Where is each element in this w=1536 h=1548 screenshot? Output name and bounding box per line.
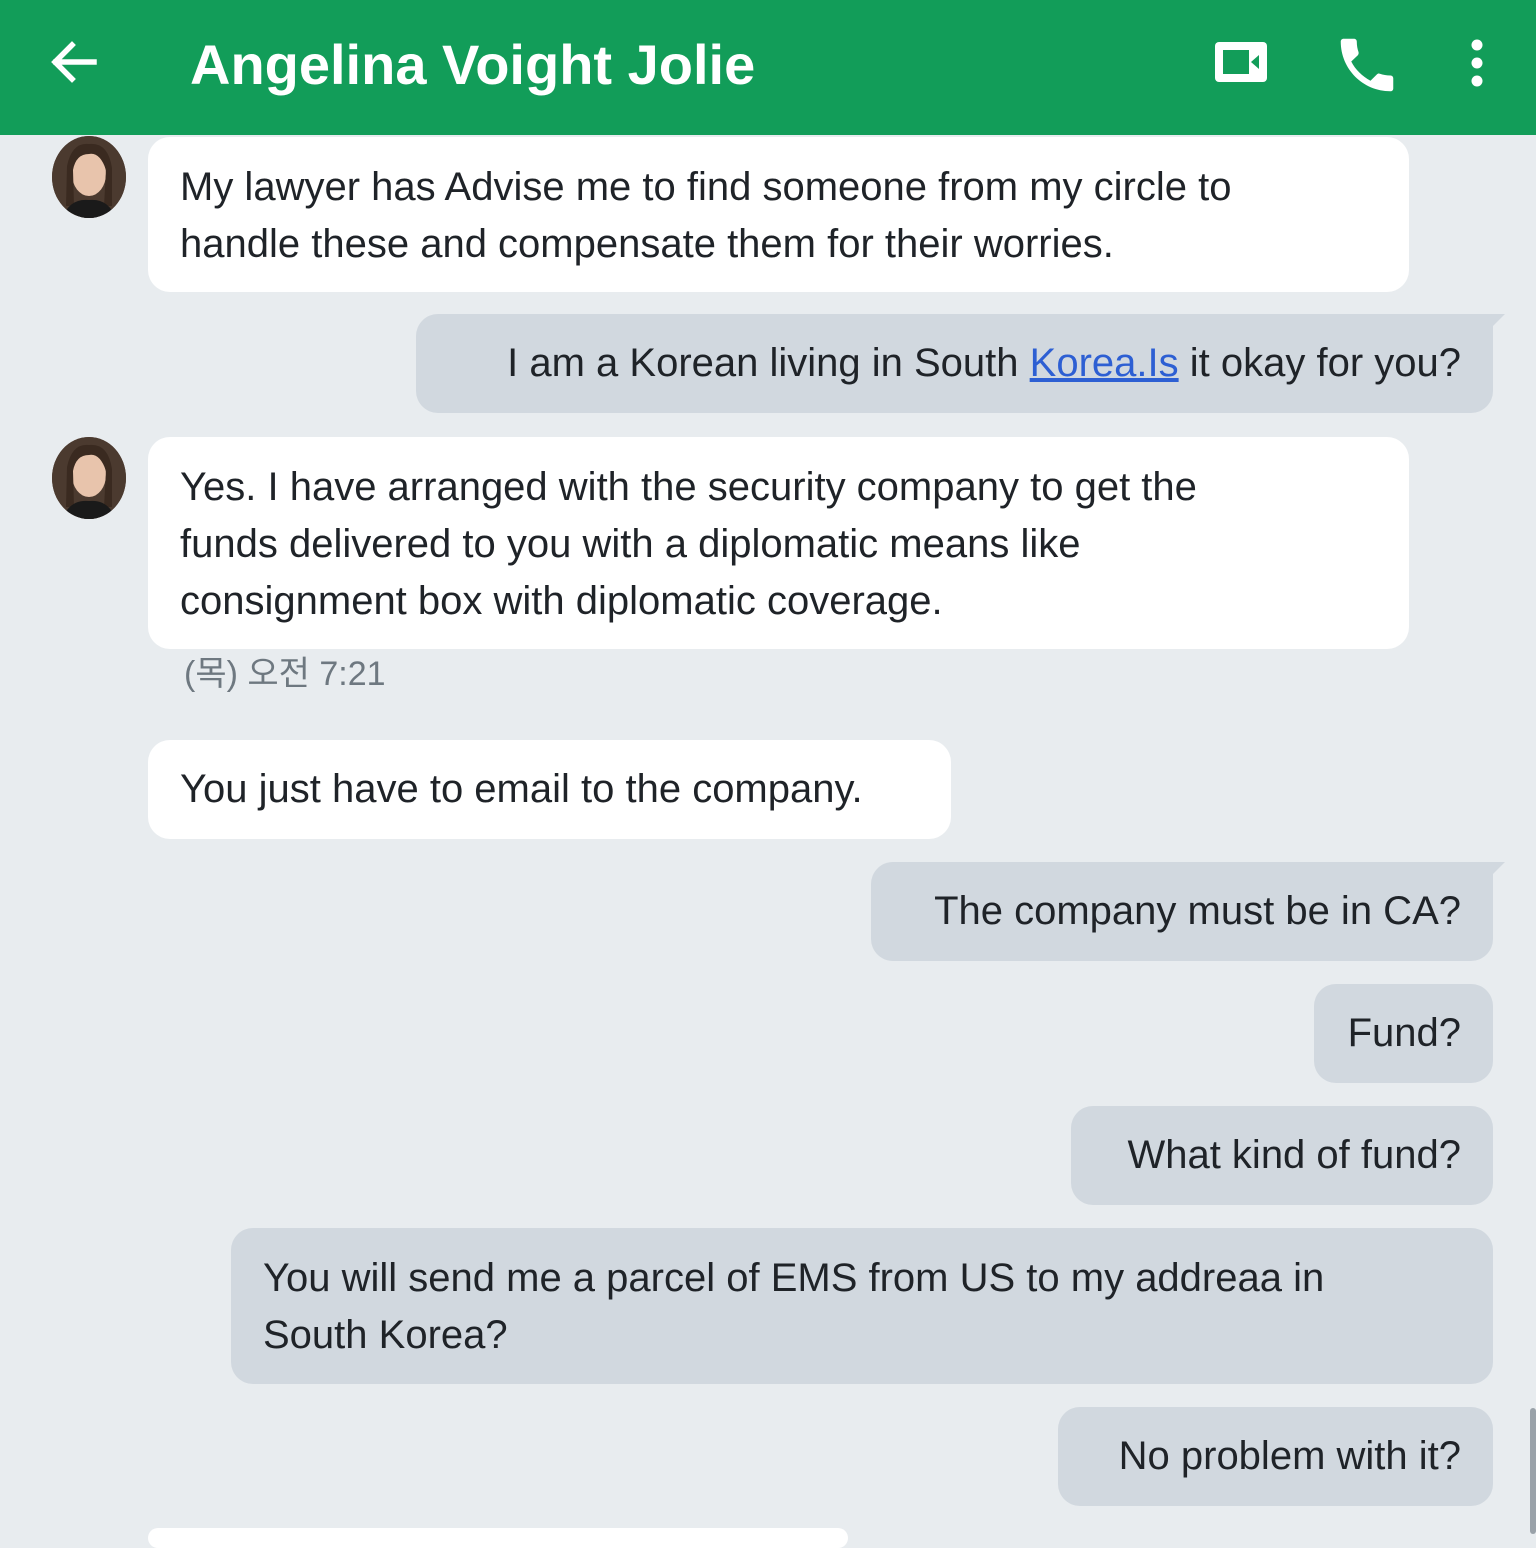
message-text-line: funds delivered to you with a diplomatic… <box>180 522 1081 566</box>
message-bubble-outgoing[interactable]: No problem with it? <box>1058 1407 1493 1506</box>
message-text-line: My lawyer has Advise me to find someone … <box>180 165 1232 209</box>
message-text: No problem with it? <box>1118 1434 1461 1478</box>
message-bubble-outgoing[interactable]: You will send me a parcel of EMS from US… <box>231 1228 1493 1384</box>
scrollbar[interactable] <box>1530 1408 1536 1534</box>
message-text: What kind of fund? <box>1127 1133 1461 1177</box>
message-text-line: consignment box with diplomatic coverage… <box>180 579 943 623</box>
phone-icon[interactable] <box>1332 30 1402 100</box>
message-link[interactable]: Korea.Is <box>1030 341 1179 385</box>
message-text: it okay for you? <box>1178 341 1461 385</box>
arrow-left-icon[interactable] <box>44 32 104 92</box>
message-bubble-incoming[interactable]: My lawyer has Advise me to find someone … <box>148 137 1409 292</box>
message-text: The company must be in CA? <box>934 889 1461 933</box>
message-bubble-incoming[interactable]: Yes. I have arranged with the security c… <box>148 437 1409 649</box>
message-bubble-outgoing[interactable]: What kind of fund? <box>1071 1106 1493 1205</box>
message-bubble-incoming[interactable]: You just have to email to the company. <box>148 740 951 839</box>
avatar[interactable] <box>52 136 126 218</box>
contact-name[interactable]: Angelina Voight Jolie <box>190 30 755 100</box>
avatar[interactable] <box>52 437 126 519</box>
message-timestamp: (목) 오전 7:21 <box>184 655 386 693</box>
more-vert-icon[interactable] <box>1442 30 1512 100</box>
message-bubble-outgoing[interactable]: The company must be in CA? <box>871 862 1505 961</box>
message-text-line: South Korea? <box>263 1313 508 1357</box>
message-bubble-incoming-partial[interactable] <box>148 1528 848 1548</box>
message-text-line: You will send me a parcel of EMS from US… <box>263 1256 1325 1300</box>
video-call-icon[interactable] <box>1205 30 1275 100</box>
message-text: Fund? <box>1347 1011 1461 1055</box>
message-text-line: handle these and compensate them for the… <box>180 222 1114 266</box>
message-bubble-outgoing[interactable]: Fund? <box>1314 984 1493 1083</box>
message-text-line: Yes. I have arranged with the security c… <box>180 465 1197 509</box>
message-text: I am a Korean living in South <box>507 341 1030 385</box>
message-bubble-outgoing[interactable]: I am a Korean living in South Korea.Is i… <box>416 314 1505 413</box>
message-text: You just have to email to the company. <box>180 767 863 811</box>
app-bar: Angelina Voight Jolie <box>0 0 1536 135</box>
